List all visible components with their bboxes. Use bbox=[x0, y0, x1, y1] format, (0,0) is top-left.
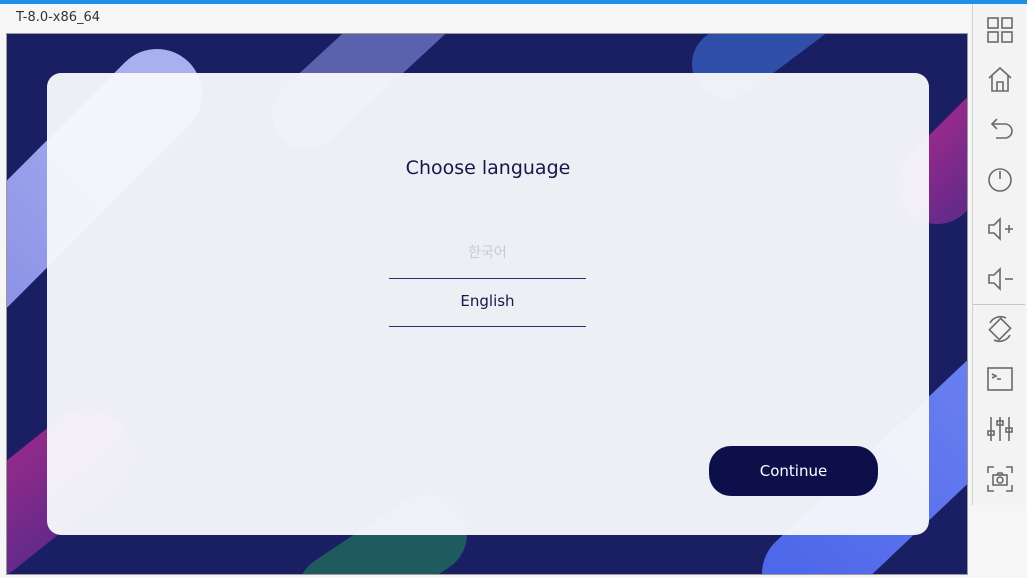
home-icon[interactable] bbox=[986, 65, 1014, 93]
emulator-screen: Choose language 한국어 English Continue bbox=[6, 33, 968, 575]
rotate-icon[interactable] bbox=[986, 315, 1014, 343]
back-icon[interactable] bbox=[986, 115, 1014, 143]
volume-down-icon[interactable] bbox=[986, 265, 1014, 293]
emulator-sidepanel bbox=[972, 4, 1025, 505]
language-option-english[interactable]: English bbox=[389, 279, 586, 327]
terminal-icon[interactable] bbox=[986, 365, 1014, 393]
sidepanel-divider bbox=[973, 304, 1025, 305]
screenshot-icon[interactable] bbox=[986, 465, 1014, 493]
divider bbox=[389, 326, 586, 327]
language-dialog: Choose language 한국어 English Continue bbox=[47, 73, 929, 535]
power-icon[interactable] bbox=[986, 165, 1014, 193]
dialog-title: Choose language bbox=[405, 157, 571, 179]
window-accent-bar bbox=[0, 0, 1027, 4]
language-option-korean[interactable]: 한국어 bbox=[389, 231, 586, 279]
sliders-icon[interactable] bbox=[986, 415, 1014, 443]
volume-up-icon[interactable] bbox=[986, 215, 1014, 243]
continue-button[interactable]: Continue bbox=[709, 446, 878, 496]
grid-icon[interactable] bbox=[986, 16, 1014, 44]
window-title: T-8.0-x86_64 bbox=[16, 10, 101, 25]
